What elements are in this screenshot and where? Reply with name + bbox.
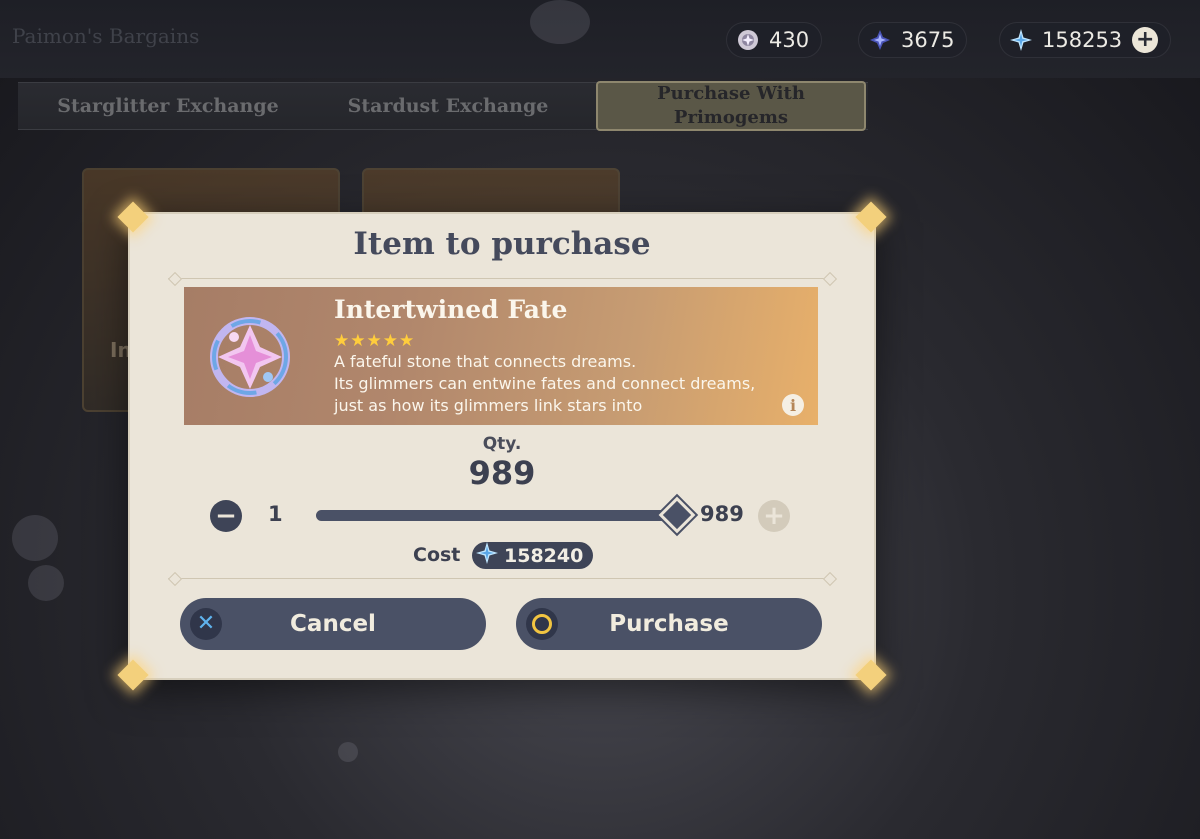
bokeh-light <box>338 742 358 762</box>
item-card: Intertwined Fate ★★★★★ A fateful stone t… <box>184 287 818 425</box>
slider-max-value: 989 <box>700 502 744 526</box>
dialog-corner-ornament <box>117 659 149 691</box>
bokeh-light <box>12 515 58 561</box>
cost-value: 158240 <box>504 544 584 567</box>
divider <box>168 578 836 579</box>
shop-tabs: Starglitter Exchange Stardust Exchange P… <box>18 81 868 131</box>
tab-starglitter-exchange[interactable]: Starglitter Exchange <box>38 83 298 129</box>
slider-min-value: 1 <box>268 502 283 526</box>
divider <box>168 278 836 279</box>
divider-ornament <box>822 571 838 587</box>
qty-slider[interactable] <box>316 496 696 534</box>
qty-value: 989 <box>468 454 536 492</box>
currency-primogem: 158253 + <box>999 22 1172 58</box>
primogem-icon <box>476 542 498 569</box>
currency-value: 430 <box>769 28 810 52</box>
item-rarity-stars: ★★★★★ <box>334 331 416 351</box>
shop-title: Paimon's Bargains <box>12 24 200 48</box>
qty-label: Qty. <box>482 434 522 454</box>
cost-badge: 158240 <box>472 542 594 569</box>
info-icon[interactable]: i <box>782 394 804 416</box>
increase-qty-button[interactable]: + <box>758 500 790 532</box>
cancel-button[interactable]: ✕ Cancel <box>180 598 486 650</box>
purchase-button[interactable]: Purchase <box>516 598 822 650</box>
currency-value: 158253 <box>1042 28 1123 52</box>
currency-stardust: 3675 <box>858 22 968 58</box>
dialog-title: Item to purchase <box>353 226 651 262</box>
masterless-stardust-icon <box>869 29 891 51</box>
bokeh-light <box>530 0 590 44</box>
tab-purchase-with-primogems[interactable]: Purchase With Primogems <box>596 81 866 131</box>
dialog-corner-ornament <box>855 659 887 691</box>
currency-value: 3675 <box>901 28 955 52</box>
purchase-label: Purchase <box>609 611 729 637</box>
item-name: Intertwined Fate <box>334 295 568 324</box>
intertwined-fate-icon <box>204 307 300 403</box>
divider-ornament <box>167 571 183 587</box>
cancel-label: Cancel <box>290 611 376 637</box>
slider-thumb[interactable] <box>658 496 696 534</box>
decrease-qty-button[interactable]: − <box>210 500 242 532</box>
top-bar: Paimon's Bargains 430 3675 158253 + <box>0 0 1200 78</box>
slider-fill <box>316 510 678 521</box>
primogem-icon <box>1010 29 1032 51</box>
cost-label: Cost <box>413 544 461 566</box>
add-primogems-button[interactable]: + <box>1132 27 1159 53</box>
currency-starglitter: 430 <box>726 22 823 58</box>
tab-stardust-exchange[interactable]: Stardust Exchange <box>318 83 578 129</box>
item-description: A fateful stone that connects dreams. It… <box>334 352 756 415</box>
divider-ornament <box>822 271 838 287</box>
masterless-starglitter-icon <box>737 29 759 51</box>
divider-ornament <box>167 271 183 287</box>
bokeh-light <box>28 565 64 601</box>
circle-icon <box>526 608 558 640</box>
cross-icon: ✕ <box>190 608 222 640</box>
purchase-dialog: Item to purchase Intertwined Fate ★★★★★ … <box>117 201 887 691</box>
